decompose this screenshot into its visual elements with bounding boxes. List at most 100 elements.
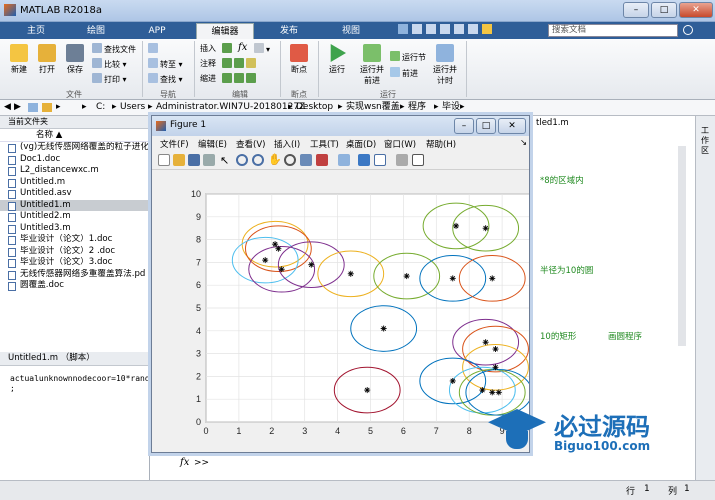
save-button[interactable]: 保存 (62, 44, 88, 75)
figure-close-button[interactable]: ✕ (498, 118, 526, 134)
menu-tools[interactable]: 工具(T) (310, 138, 339, 150)
command-window[interactable]: fx >> (150, 452, 530, 480)
brush-icon[interactable] (316, 154, 328, 166)
minimize-button[interactable]: – (623, 2, 649, 18)
save-icon[interactable] (398, 24, 408, 34)
cut-icon[interactable] (412, 24, 422, 34)
goto-button[interactable]: 转至 ▾ (148, 58, 183, 70)
file-list-item[interactable]: Untitled.m (0, 177, 149, 189)
editor-scrollbar[interactable] (678, 146, 686, 346)
address-bar[interactable]: ◀ ▶ ▸ ▸ C: ▸ Users ▸ Administrator.WIN7U… (0, 100, 715, 116)
pan-icon[interactable]: ✋ (268, 153, 282, 166)
breadcrumb-program[interactable]: 程序 (408, 100, 426, 115)
tab-publish[interactable]: 发布 (260, 23, 318, 39)
search-box[interactable]: 搜索文档 (548, 24, 678, 37)
comment-icon[interactable] (222, 58, 258, 70)
run-button[interactable]: 运行 (324, 44, 350, 75)
show-plot-tools-icon[interactable] (412, 154, 424, 166)
file-list-item[interactable]: (vg)无线传感网络覆盖的粒子进化 (0, 142, 149, 154)
breadcrumb-thesis[interactable]: 毕设 (442, 100, 460, 115)
rotate-icon[interactable] (284, 154, 296, 166)
insert-section-icon[interactable] (222, 43, 234, 55)
breadcrumb-users[interactable]: Users (120, 100, 145, 115)
name-column-header[interactable]: 名称 ▲ (0, 129, 149, 142)
run-section-button[interactable]: 运行节 (390, 51, 426, 63)
find-button[interactable]: 查找 ▾ (148, 73, 183, 85)
redo-icon[interactable] (468, 24, 478, 34)
browse-folder-icon[interactable] (42, 103, 52, 112)
find-files-button[interactable]: 查找文件 (92, 43, 136, 55)
back-arrow-icon[interactable]: ◀ (4, 100, 11, 115)
new-figure-icon[interactable] (158, 154, 170, 166)
save-figure-icon[interactable] (188, 154, 200, 166)
file-list-item[interactable]: Untitled1.m (0, 199, 149, 211)
figure-minimize-button[interactable]: – (454, 118, 474, 134)
undo-icon[interactable] (454, 24, 464, 34)
up-folder-icon[interactable] (28, 103, 38, 112)
print-figure-icon[interactable] (203, 154, 215, 166)
editor-tab[interactable]: tled1.m (536, 118, 569, 128)
menu-insert[interactable]: 插入(I) (274, 138, 300, 150)
file-list-item[interactable]: Doc1.doc (0, 154, 149, 166)
forward-arrow-icon[interactable]: ▶ (14, 100, 21, 115)
breadcrumb-admin[interactable]: Administrator.WIN7U-20180127Z (156, 100, 305, 115)
indent-button[interactable]: 缩进 (200, 73, 216, 85)
breadcrumb-c[interactable]: C: (96, 100, 105, 115)
breadcrumb-desktop[interactable]: Desktop (296, 100, 333, 115)
compare-button[interactable]: 比较 ▾ (92, 58, 127, 70)
pointer-icon[interactable]: ↖ (220, 154, 229, 167)
breakpoints-button[interactable]: 断点 (286, 44, 312, 75)
legend-icon[interactable] (374, 154, 386, 166)
menu-view[interactable]: 查看(V) (236, 138, 265, 150)
zoom-in-icon[interactable] (236, 154, 248, 166)
file-list-item[interactable]: 毕业设计（论文）2 .doc (0, 246, 149, 258)
run-advance-button[interactable]: 运行并 前进 (356, 44, 388, 86)
help-icon[interactable] (482, 24, 492, 34)
fx-icon[interactable]: fx (180, 457, 189, 468)
tab-home[interactable]: 主页 (12, 23, 60, 39)
paste-icon[interactable] (440, 24, 450, 34)
tab-plots[interactable]: 绘图 (68, 23, 124, 39)
file-list-item[interactable]: 无线传感器网络多重覆盖算法.pd (0, 269, 149, 281)
colorbar-icon[interactable] (358, 154, 370, 166)
run-time-button[interactable]: 运行并 计时 (430, 44, 460, 86)
menu-arrow-icon[interactable]: ↘ (520, 138, 527, 148)
indent-icon[interactable] (222, 73, 258, 85)
history-icon[interactable]: ▸ (56, 100, 61, 115)
figure-maximize-button[interactable]: □ (476, 118, 496, 134)
open-file-icon[interactable] (173, 154, 185, 166)
file-list-item[interactable]: Untitled2.m (0, 211, 149, 223)
file-list-item[interactable]: Untitled.asv (0, 188, 149, 200)
tab-view[interactable]: 视图 (322, 23, 380, 39)
menu-file[interactable]: 文件(F) (160, 138, 189, 150)
new-button[interactable]: 新建 (6, 44, 32, 75)
insert-dropdown-icon[interactable]: ▾ (254, 43, 270, 55)
fx-button[interactable]: fx (238, 42, 247, 54)
maximize-button[interactable]: □ (651, 2, 677, 18)
tab-apps[interactable]: APP (128, 23, 186, 39)
file-list-item[interactable]: Untitled3.m (0, 223, 149, 235)
file-list-item[interactable]: 毕业设计（论文）1.doc (0, 234, 149, 246)
nav-back-button[interactable] (148, 43, 160, 55)
menu-window[interactable]: 窗口(W) (384, 138, 416, 150)
menu-help[interactable]: 帮助(H) (426, 138, 456, 150)
file-list-item[interactable]: 毕业设计（论文）3.doc (0, 257, 149, 269)
data-cursor-icon[interactable] (300, 154, 312, 166)
file-list-item[interactable]: 圆覆盖.doc (0, 280, 149, 292)
search-icon[interactable] (683, 25, 693, 35)
copy-icon[interactable] (426, 24, 436, 34)
hide-plot-tools-icon[interactable] (396, 154, 408, 166)
file-list-item[interactable]: L2_distancewxc.m (0, 165, 149, 177)
zoom-out-icon[interactable] (252, 154, 264, 166)
close-button[interactable]: ✕ (679, 2, 713, 18)
advance-button[interactable]: 前进 (390, 67, 418, 79)
link-plot-icon[interactable] (338, 154, 350, 166)
comment-button[interactable]: 注释 (200, 58, 216, 70)
menu-desktop[interactable]: 桌面(D) (346, 138, 376, 150)
print-button[interactable]: 打印 ▾ (92, 73, 127, 85)
open-button[interactable]: 打开 (34, 44, 60, 75)
breadcrumb-wsn[interactable]: 实现wsn覆盖 (346, 100, 400, 115)
insert-button[interactable]: 插入 (200, 43, 216, 55)
workspace-label[interactable]: 工作区 (701, 126, 711, 156)
menu-edit[interactable]: 编辑(E) (198, 138, 227, 150)
